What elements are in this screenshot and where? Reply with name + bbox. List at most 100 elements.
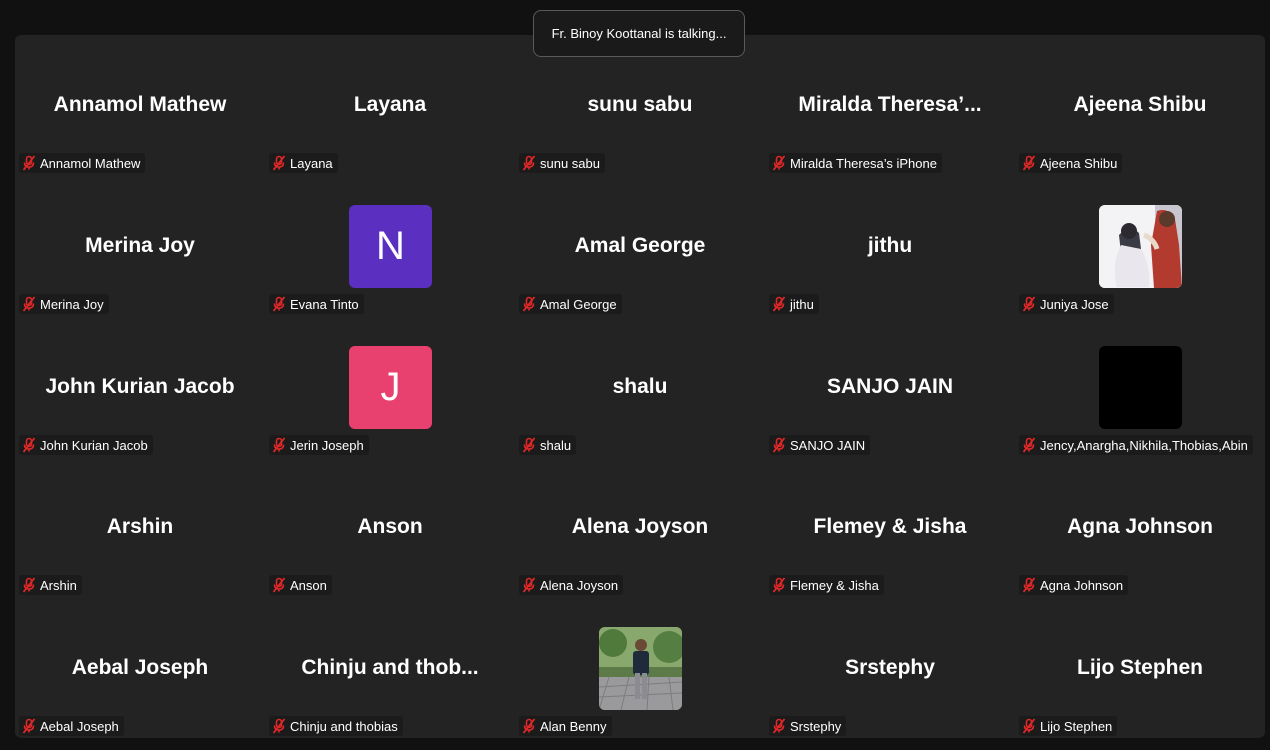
muted-mic-icon	[772, 718, 790, 734]
participant-name-label: Srstephy	[769, 716, 847, 736]
participant-name-text: Agna Johnson	[1040, 577, 1124, 593]
participant-name-text: Lijo Stephen	[1040, 718, 1113, 734]
participant-tile[interactable]: Srstephy Srstephy	[765, 598, 1015, 739]
participant-tile[interactable]: Chinju and thob... Chinju and thobias	[265, 598, 515, 739]
muted-mic-icon	[772, 577, 790, 593]
participant-name-label: SANJO JAIN	[769, 435, 871, 455]
participant-name-label: Layana	[269, 153, 338, 173]
participant-display-name: Merina Joy	[85, 234, 195, 257]
participant-display-name: Flemey & Jisha	[813, 515, 967, 538]
participant-tile[interactable]: Alena Joyson Alena Joyson	[515, 457, 765, 598]
participant-name-text: Jency,Anargha,Nikhila,Thobias,Abin	[1040, 437, 1248, 453]
participant-name-label: Annamol Mathew	[19, 153, 146, 173]
active-speaker-text: Fr. Binoy Koottanal is talking...	[551, 26, 727, 41]
participant-tile[interactable]: Merina Joy Merina Joy	[15, 176, 265, 317]
muted-mic-icon	[272, 437, 290, 453]
participant-tile[interactable]: N Evana Tinto	[265, 176, 515, 317]
participant-display-name: shalu	[612, 375, 668, 398]
avatar-initial: J	[349, 346, 432, 429]
participant-name-text: Annamol Mathew	[40, 155, 141, 171]
participant-name-text: Layana	[290, 155, 333, 171]
participant-display-name: Amal George	[574, 234, 706, 257]
participant-display-name: Arshin	[106, 515, 174, 538]
participant-name-label: Aebal Joseph	[19, 716, 124, 736]
participant-name-text: Ajeena Shibu	[1040, 155, 1118, 171]
participant-tile[interactable]: John Kurian Jacob John Kurian Jacob	[15, 317, 265, 458]
muted-mic-icon	[522, 718, 540, 734]
participant-tile[interactable]: Juniya Jose	[1015, 176, 1265, 317]
muted-mic-icon	[772, 155, 790, 171]
participant-name-label: Arshin	[19, 575, 82, 595]
participant-tile[interactable]: Layana Layana	[265, 35, 515, 176]
participant-name-text: Merina Joy	[40, 296, 104, 312]
participant-tile[interactable]: Anson Anson	[265, 457, 515, 598]
participant-name-label: Merina Joy	[19, 294, 109, 314]
participant-name-text: Jerin Joseph	[290, 437, 364, 453]
active-speaker-banner: Fr. Binoy Koottanal is talking...	[533, 10, 745, 57]
muted-mic-icon	[522, 577, 540, 593]
muted-mic-icon	[1022, 296, 1040, 312]
participant-name-label: Jerin Joseph	[269, 435, 369, 455]
participant-name-label: Alena Joyson	[519, 575, 624, 595]
participant-tile[interactable]: Lijo Stephen Lijo Stephen	[1015, 598, 1265, 739]
participant-display-name: John Kurian Jacob	[45, 375, 235, 398]
muted-mic-icon	[272, 296, 290, 312]
participant-display-name: Anson	[357, 515, 423, 538]
participant-display-name: Srstephy	[845, 656, 935, 679]
participant-display-name: Lijo Stephen	[1077, 656, 1203, 679]
participant-name-text: Juniya Jose	[1040, 296, 1109, 312]
participant-name-label: Lijo Stephen	[1019, 716, 1118, 736]
participant-tile[interactable]: Agna Johnson Agna Johnson	[1015, 457, 1265, 598]
participant-display-name: sunu sabu	[587, 93, 693, 116]
muted-mic-icon	[22, 437, 40, 453]
participant-display-name: Annamol Mathew	[53, 93, 227, 116]
participant-tile[interactable]: Annamol Mathew Annamol Mathew	[15, 35, 265, 176]
participant-tile[interactable]: Arshin Arshin	[15, 457, 265, 598]
participant-display-name: Miralda Theresa’...	[798, 93, 982, 116]
participant-display-name: Agna Johnson	[1067, 515, 1213, 538]
participant-display-name: jithu	[867, 234, 913, 257]
muted-mic-icon	[772, 296, 790, 312]
avatar-image	[1099, 346, 1182, 429]
participant-name-text: Chinju and thobias	[290, 718, 398, 734]
muted-mic-icon	[772, 437, 790, 453]
participant-grid: Annamol Mathew Annamol Mathew Layana Layana…	[15, 35, 1265, 740]
participant-tile[interactable]: Ajeena Shibu Ajeena Shibu	[1015, 35, 1265, 176]
participant-tile[interactable]: Alan Benny	[515, 598, 765, 739]
participant-tile[interactable]: jithu jithu	[765, 176, 1015, 317]
participant-display-name: Aebal Joseph	[71, 656, 209, 679]
participant-name-text: jithu	[790, 296, 814, 312]
participant-name-label: Flemey & Jisha	[769, 575, 884, 595]
participant-tile[interactable]: Jency,Anargha,Nikhila,Thobias,Abin	[1015, 317, 1265, 458]
muted-mic-icon	[522, 155, 540, 171]
muted-mic-icon	[22, 577, 40, 593]
participant-name-text: Anson	[290, 577, 327, 593]
muted-mic-icon	[1022, 577, 1040, 593]
participant-name-text: John Kurian Jacob	[40, 437, 148, 453]
participant-tile[interactable]: SANJO JAIN SANJO JAIN	[765, 317, 1015, 458]
participant-tile[interactable]: Flemey & Jisha Flemey & Jisha	[765, 457, 1015, 598]
participant-name-label: Jency,Anargha,Nikhila,Thobias,Abin	[1019, 435, 1253, 455]
participant-tile[interactable]: J Jerin Joseph	[265, 317, 515, 458]
participant-name-text: Alan Benny	[540, 718, 607, 734]
participant-name-text: Evana Tinto	[290, 296, 359, 312]
participant-display-name: Chinju and thob...	[301, 656, 479, 679]
muted-mic-icon	[1022, 437, 1040, 453]
participant-name-text: SANJO JAIN	[790, 437, 866, 453]
participant-name-text: sunu sabu	[540, 155, 600, 171]
participant-tile[interactable]: Aebal Joseph Aebal Joseph	[15, 598, 265, 739]
participant-tile[interactable]: shalu shalu	[515, 317, 765, 458]
muted-mic-icon	[22, 718, 40, 734]
participant-name-text: Aebal Joseph	[40, 718, 119, 734]
participant-name-label: Ajeena Shibu	[1019, 153, 1123, 173]
muted-mic-icon	[1022, 718, 1040, 734]
participant-name-text: shalu	[540, 437, 572, 453]
participant-tile[interactable]: Miralda Theresa’... Miralda Theresa’s iPh…	[765, 35, 1015, 176]
participant-name-label: Evana Tinto	[269, 294, 364, 314]
avatar-photo	[599, 627, 682, 710]
participant-name-label: John Kurian Jacob	[19, 435, 153, 455]
participant-tile[interactable]: Amal George Amal George	[515, 176, 765, 317]
participant-name-label: sunu sabu	[519, 153, 605, 173]
muted-mic-icon	[1022, 155, 1040, 171]
participant-name-text: Srstephy	[790, 718, 842, 734]
